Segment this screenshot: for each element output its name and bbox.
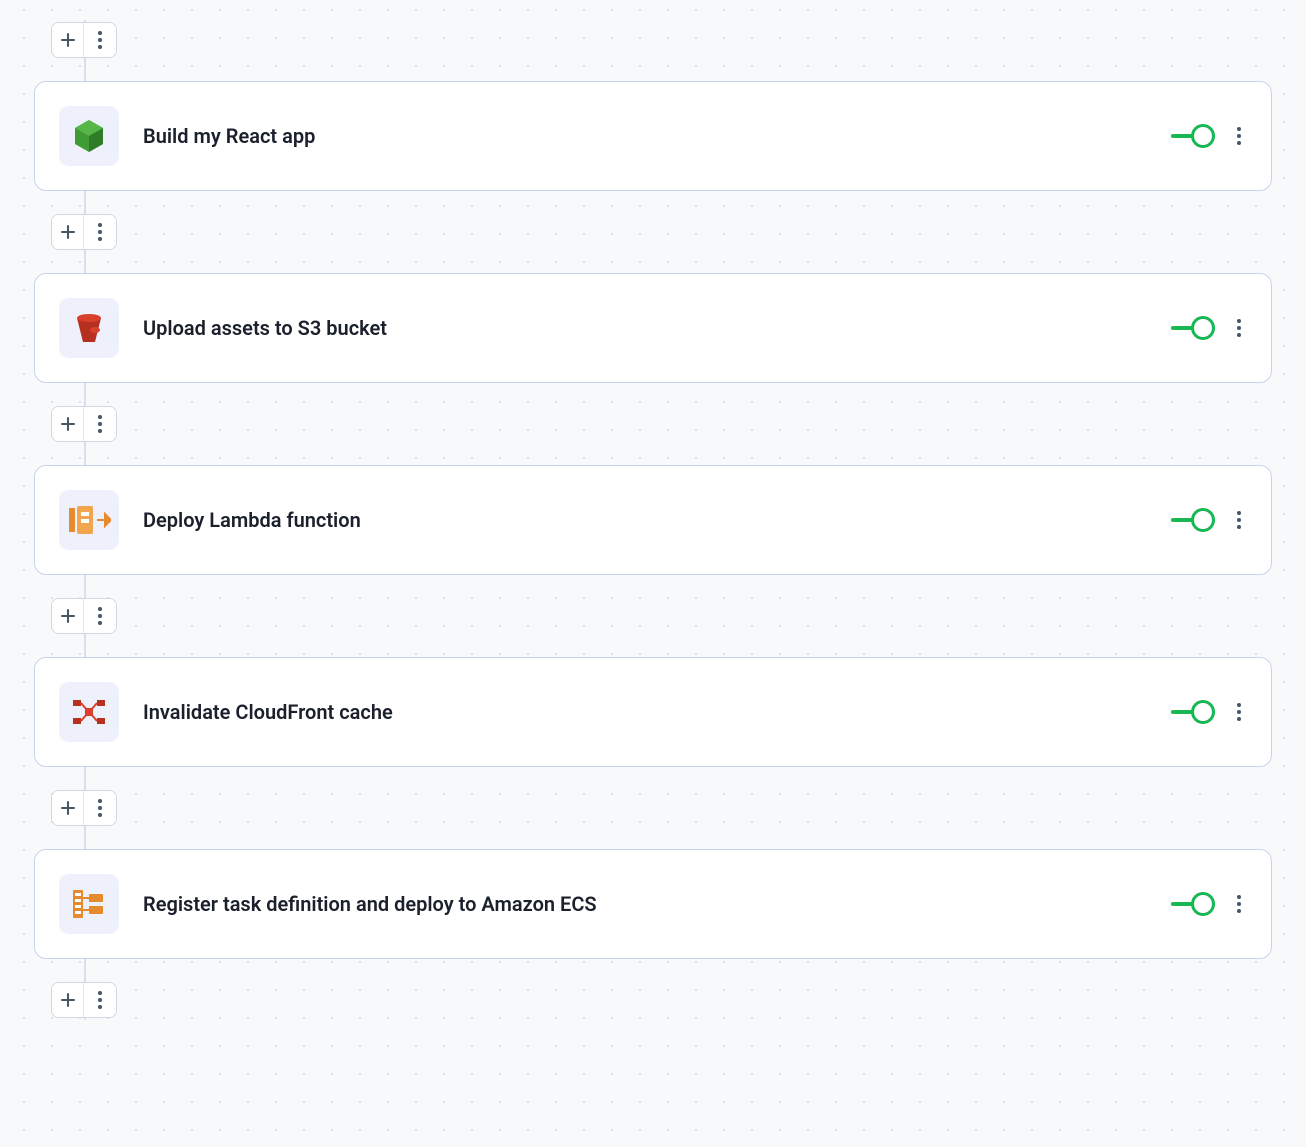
kebab-icon: [92, 793, 108, 823]
step-icon-node: [59, 106, 119, 166]
plus-icon: [60, 800, 76, 816]
step-title: Deploy Lambda function: [143, 508, 1171, 532]
plus-icon: [60, 224, 76, 240]
add-step-group: [51, 406, 117, 442]
step-title: Build my React app: [143, 124, 1171, 148]
ecs-icon: [69, 884, 109, 924]
step-controls: [1171, 313, 1247, 343]
step-menu-button[interactable]: [1231, 889, 1247, 919]
add-step-menu-button[interactable]: [84, 983, 116, 1017]
step-controls: [1171, 121, 1247, 151]
step-icon-ecs: [59, 874, 119, 934]
step-controls: [1171, 505, 1247, 535]
step-menu-button[interactable]: [1231, 121, 1247, 151]
step-menu-button[interactable]: [1231, 313, 1247, 343]
step-enabled-toggle[interactable]: [1171, 326, 1213, 330]
add-bar: [51, 980, 1272, 1020]
step-title: Register task definition and deploy to A…: [143, 892, 1171, 916]
step-enabled-toggle[interactable]: [1171, 710, 1213, 714]
kebab-icon: [92, 601, 108, 631]
step-icon-lambda: [59, 490, 119, 550]
step-icon-s3: [59, 298, 119, 358]
add-bar: [51, 404, 1272, 444]
add-step-button[interactable]: [52, 215, 84, 249]
step-menu-button[interactable]: [1231, 505, 1247, 535]
lambda-icon: [67, 500, 111, 540]
plus-icon: [60, 32, 76, 48]
add-bar: [51, 212, 1272, 252]
step-controls: [1171, 697, 1247, 727]
pipeline-step[interactable]: Register task definition and deploy to A…: [34, 849, 1272, 959]
cloudfront-icon: [69, 692, 109, 732]
pipeline-step[interactable]: Invalidate CloudFront cache: [34, 657, 1272, 767]
plus-icon: [60, 416, 76, 432]
add-bar: [51, 20, 1272, 60]
step-icon-cloudfront: [59, 682, 119, 742]
step-enabled-toggle[interactable]: [1171, 134, 1213, 138]
pipeline-step[interactable]: Build my React app: [34, 81, 1272, 191]
add-bar: [51, 788, 1272, 828]
node-hexagon-icon: [69, 116, 109, 156]
step-enabled-toggle[interactable]: [1171, 902, 1213, 906]
pipeline-step[interactable]: Upload assets to S3 bucket: [34, 273, 1272, 383]
step-title: Upload assets to S3 bucket: [143, 316, 1171, 340]
kebab-icon: [92, 217, 108, 247]
add-step-menu-button[interactable]: [84, 599, 116, 633]
add-step-menu-button[interactable]: [84, 23, 116, 57]
add-bar: [51, 596, 1272, 636]
add-step-menu-button[interactable]: [84, 407, 116, 441]
add-step-group: [51, 22, 117, 58]
add-step-menu-button[interactable]: [84, 791, 116, 825]
add-step-group: [51, 982, 117, 1018]
pipeline-column: Build my React app Upload assets to S3 b…: [34, 20, 1272, 1020]
plus-icon: [60, 608, 76, 624]
plus-icon: [60, 992, 76, 1008]
add-step-group: [51, 790, 117, 826]
add-step-button[interactable]: [52, 983, 84, 1017]
add-step-group: [51, 598, 117, 634]
add-step-button[interactable]: [52, 23, 84, 57]
step-menu-button[interactable]: [1231, 697, 1247, 727]
add-step-button[interactable]: [52, 791, 84, 825]
s3-bucket-icon: [69, 308, 109, 348]
step-enabled-toggle[interactable]: [1171, 518, 1213, 522]
add-step-button[interactable]: [52, 599, 84, 633]
step-controls: [1171, 889, 1247, 919]
step-title: Invalidate CloudFront cache: [143, 700, 1171, 724]
kebab-icon: [92, 25, 108, 55]
add-step-button[interactable]: [52, 407, 84, 441]
kebab-icon: [92, 409, 108, 439]
pipeline-step[interactable]: Deploy Lambda function: [34, 465, 1272, 575]
add-step-group: [51, 214, 117, 250]
kebab-icon: [92, 985, 108, 1015]
add-step-menu-button[interactable]: [84, 215, 116, 249]
